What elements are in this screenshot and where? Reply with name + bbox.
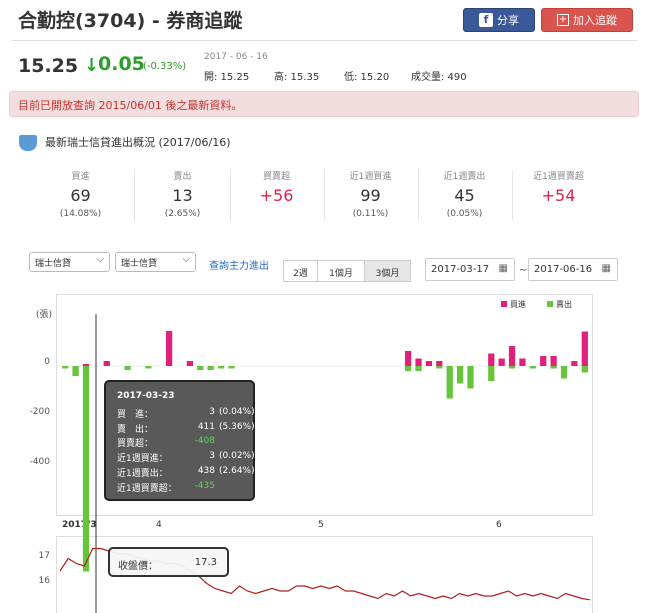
sell-bar[interactable] xyxy=(560,366,568,379)
sell-bar[interactable] xyxy=(217,366,225,369)
tooltip-pct: (0.04%) xyxy=(219,407,255,417)
tooltip-value: 438 xyxy=(197,466,215,476)
sell-bar[interactable] xyxy=(207,366,214,370)
buy-bar[interactable] xyxy=(498,358,505,367)
buy-bar[interactable] xyxy=(425,361,433,366)
sell-bar[interactable] xyxy=(197,366,204,370)
sell-bar[interactable] xyxy=(405,366,412,371)
buy-bar[interactable] xyxy=(436,361,443,366)
buy-bar[interactable] xyxy=(550,356,557,366)
tooltip-row: 近1週買賣超： -435 xyxy=(117,481,247,494)
tooltip-row: 近1週賣出： 438 (2.64%) xyxy=(117,466,255,479)
price-tooltip-value: 17.3 xyxy=(194,557,217,568)
tooltip-row: 買 進： 3 (0.04%) xyxy=(117,407,255,420)
chart-tooltip: 2017-03-23 買 進： 3 (0.04%) 賣 出： 411 (5.36… xyxy=(104,380,255,501)
buy-bar[interactable] xyxy=(508,346,516,366)
chart-canvas xyxy=(57,314,592,613)
sell-bar[interactable] xyxy=(529,366,536,369)
tooltip-row: 買賣超： -408 xyxy=(117,436,247,449)
tooltip-value: -408 xyxy=(194,436,215,446)
sell-bar[interactable] xyxy=(415,366,422,371)
buy-bar[interactable] xyxy=(581,331,588,367)
buy-bar[interactable] xyxy=(103,361,110,366)
sell-bar[interactable] xyxy=(228,366,235,369)
sell-bar[interactable] xyxy=(145,366,152,369)
tooltip-key: 買賣超： xyxy=(117,439,154,449)
buy-bar[interactable] xyxy=(571,361,578,366)
buy-bar[interactable] xyxy=(415,358,422,367)
sell-bar[interactable] xyxy=(436,366,443,369)
sell-bar[interactable] xyxy=(72,366,79,376)
sell-bar[interactable] xyxy=(456,366,464,384)
buy-bar[interactable] xyxy=(166,331,173,366)
sell-bar[interactable] xyxy=(581,366,588,373)
tooltip-row: 近1週買進： 3 (0.02%) xyxy=(117,451,255,464)
buy-bar[interactable] xyxy=(186,361,194,366)
sell-bar[interactable] xyxy=(488,366,495,381)
sell-bar[interactable] xyxy=(550,366,557,369)
tooltip-value: -435 xyxy=(194,481,215,491)
tooltip-pct: (2.64%) xyxy=(219,466,255,476)
tooltip-key: 賣 出： xyxy=(117,425,154,435)
tooltip-key: 近1週賣出： xyxy=(117,469,168,479)
tooltip-value: 411 xyxy=(197,422,215,432)
tooltip-pct: (0.02%) xyxy=(219,451,255,461)
sell-bar[interactable] xyxy=(82,366,90,572)
tooltip-row: 賣 出： 411 (5.36%) xyxy=(117,422,255,435)
tooltip-value: 3 xyxy=(209,451,215,461)
tooltip-pct: (5.36%) xyxy=(219,422,255,432)
tooltip-date: 2017-03-23 xyxy=(117,391,175,401)
tooltip-key: 買 進： xyxy=(117,410,154,420)
buy-bar[interactable] xyxy=(488,353,495,367)
sell-bar[interactable] xyxy=(124,366,131,370)
tooltip-key: 近1週買進： xyxy=(117,454,168,464)
sell-bar[interactable] xyxy=(467,366,474,389)
price-tooltip-label: 收盤價： xyxy=(118,561,158,572)
sell-bar[interactable] xyxy=(508,366,516,369)
buy-bar[interactable] xyxy=(519,358,526,367)
sell-bar[interactable] xyxy=(62,366,69,369)
buy-bar[interactable] xyxy=(82,364,90,366)
buy-bar[interactable] xyxy=(540,356,547,366)
tooltip-key: 近1週買賣超： xyxy=(117,484,177,494)
buy-bar[interactable] xyxy=(405,351,412,366)
sell-bar[interactable] xyxy=(446,366,453,399)
price-tooltip: 收盤價： 17.3 xyxy=(108,547,229,577)
tooltip-value: 3 xyxy=(209,407,215,417)
